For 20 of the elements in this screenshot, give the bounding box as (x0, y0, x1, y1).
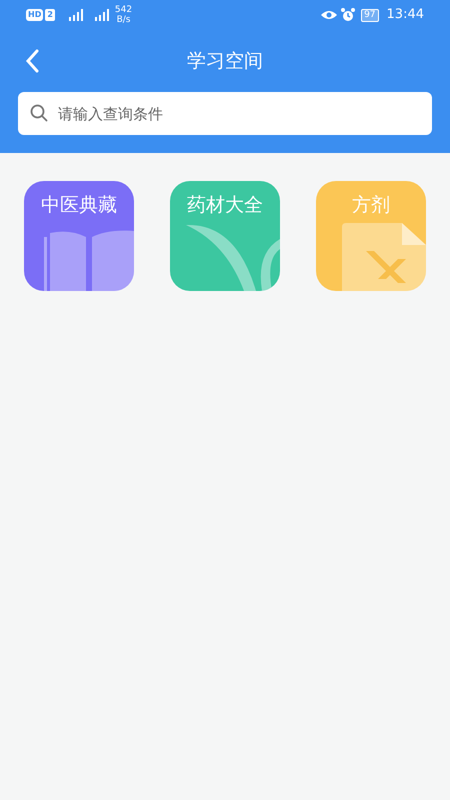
category-tile[interactable]: 中医典藏 (24, 181, 134, 291)
leaves-icon (186, 223, 280, 291)
speed-value: 542 (114, 5, 132, 15)
speed-unit: B/s (116, 15, 130, 25)
back-icon (25, 49, 39, 73)
clock: 13:44 (386, 6, 424, 24)
document-icon (342, 223, 426, 291)
eye-icon (321, 9, 338, 21)
category-tile[interactable]: 方剂 (316, 181, 426, 291)
alarm-icon (341, 8, 356, 22)
sim-badge: 2 (45, 9, 55, 21)
search-field[interactable]: 请输入查询条件 (18, 92, 432, 135)
search-icon (30, 104, 48, 122)
battery-indicator: 97 (361, 8, 379, 22)
tile-label: 药材大全 (187, 193, 263, 218)
hd-badge: HD (26, 9, 44, 21)
category-tile[interactable]: 药材大全 (170, 181, 280, 291)
tile-label: 方剂 (352, 193, 390, 218)
tile-label: 中医典藏 (41, 193, 117, 218)
page-title: 学习空间 (187, 48, 263, 74)
